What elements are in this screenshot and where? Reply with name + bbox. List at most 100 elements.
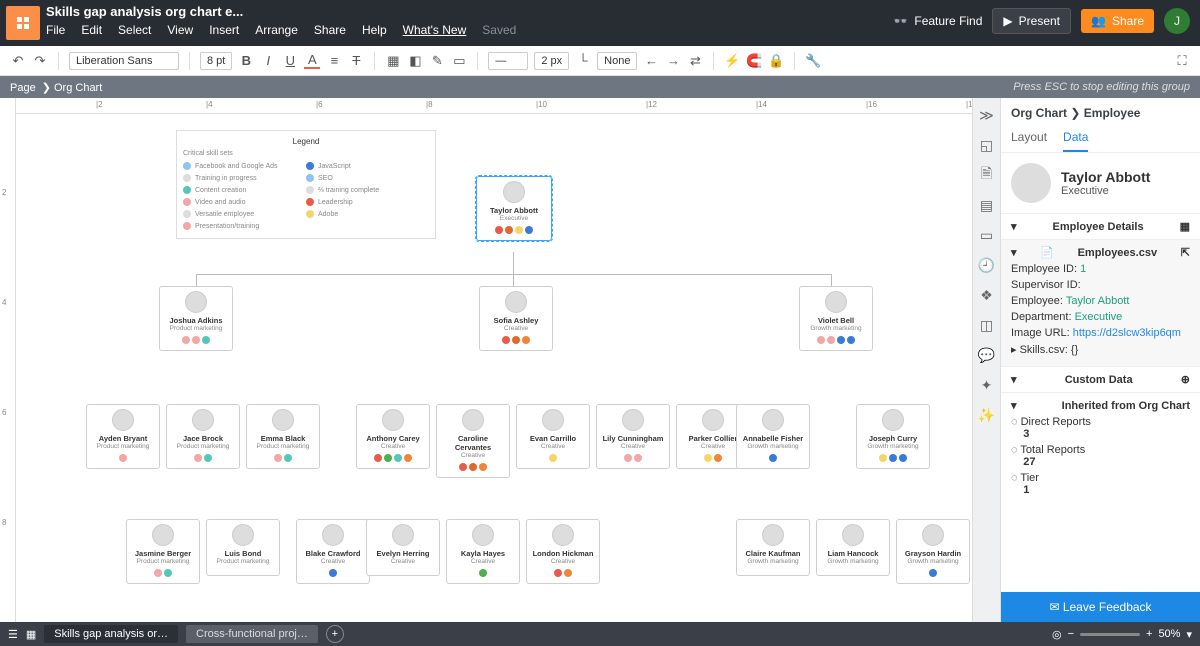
org-node[interactable]: Joseph CurryGrowth marketing (856, 404, 930, 469)
view-list-icon[interactable]: ☰ (8, 628, 18, 641)
undo-button[interactable]: ↶ (10, 53, 26, 69)
zoom-value[interactable]: 50% (1158, 628, 1180, 640)
details-panel: Org Chart ❯ Employee Layout Data Taylor … (1000, 98, 1200, 622)
rail-layers-icon[interactable]: ❖ (978, 286, 996, 304)
zoom-slider[interactable] (1080, 633, 1140, 636)
feedback-button[interactable]: ✉ Leave Feedback (1001, 592, 1200, 622)
present-button[interactable]: ▶Present (992, 8, 1071, 34)
rail-shapes-icon[interactable]: ✦ (978, 376, 996, 394)
zoom-out-button[interactable]: − (1068, 628, 1074, 640)
arrow-style-select[interactable]: None (597, 52, 637, 70)
menu-select[interactable]: Select (118, 23, 151, 37)
org-node[interactable]: Blake CrawfordCreative (296, 519, 370, 584)
menu-arrange[interactable]: Arrange (255, 23, 298, 37)
font-select[interactable]: Liberation Sans (69, 52, 179, 70)
rail-magic-icon[interactable]: ✨ (978, 406, 996, 424)
wrench-button[interactable]: 🔧 (805, 53, 821, 69)
doc-tab-1[interactable]: Skills gap analysis or… (44, 625, 178, 643)
popout-icon[interactable]: ⇱ (1181, 246, 1190, 259)
rail-data-icon[interactable]: ◫ (978, 316, 996, 334)
redo-button[interactable]: ↷ (32, 53, 48, 69)
lock-button[interactable]: 🔒 (768, 53, 784, 69)
menu-insert[interactable]: Insert (209, 23, 239, 37)
border-button[interactable]: ◧ (407, 53, 423, 69)
action-button[interactable]: ⚡ (724, 53, 740, 69)
org-node[interactable]: Lily CunninghamCreative (596, 404, 670, 469)
bold-button[interactable]: B (238, 53, 254, 69)
rail-crop-icon[interactable]: ◱ (978, 136, 996, 154)
arrow-left-button[interactable]: ← (643, 53, 659, 69)
menu-share[interactable]: Share (314, 23, 346, 37)
swap-arrows-button[interactable]: ⇄ (687, 53, 703, 69)
feature-find[interactable]: 👓Feature Find (893, 14, 982, 28)
italic-button[interactable]: I (260, 53, 276, 69)
tab-layout[interactable]: Layout (1011, 124, 1047, 152)
line-color-button[interactable]: ✎ (429, 53, 445, 69)
fullscreen-button[interactable]: ⛶ (1174, 53, 1190, 69)
org-node[interactable]: Claire KaufmanGrowth marketing (736, 519, 810, 576)
add-tab-button[interactable]: + (326, 625, 344, 643)
canvas[interactable]: Legend Critical skill sets Facebook and … (16, 114, 972, 622)
org-node[interactable]: Jasmine BergerProduct marketing (126, 519, 200, 584)
zoom-in-button[interactable]: + (1146, 628, 1152, 640)
clear-format-button[interactable]: T (348, 53, 364, 69)
view-grid-icon[interactable]: ▦ (26, 628, 36, 641)
rail-present-icon[interactable]: ▭ (978, 226, 996, 244)
menu-view[interactable]: View (167, 23, 193, 37)
crumb-page[interactable]: Page (10, 82, 36, 94)
panel-avatar (1011, 163, 1051, 203)
org-node[interactable]: Ayden BryantProduct marketing (86, 404, 160, 469)
org-node[interactable]: Grayson HardinGrowth marketing (896, 519, 970, 584)
shape-style-button[interactable]: ▭ (451, 53, 467, 69)
org-node[interactable]: Evan CarrilloCreative (516, 404, 590, 469)
org-node[interactable]: Evelyn HerringCreative (366, 519, 440, 576)
zoom-target-icon[interactable]: ◎ (1052, 628, 1062, 641)
ruler-horizontal: |2|4|6|8|10|12|14|16|18 (16, 98, 972, 114)
org-node[interactable]: Anthony CareyCreative (356, 404, 430, 469)
node-root[interactable]: Taylor Abbott Executive (476, 176, 552, 241)
align-button[interactable]: ≡ (326, 53, 342, 69)
csv-icon: 📄 (1040, 246, 1054, 259)
underline-button[interactable]: U (282, 53, 298, 69)
doc-tab-2[interactable]: Cross-functional proj… (186, 625, 318, 643)
avatar (503, 181, 525, 203)
rail-expand-icon[interactable]: ≫ (978, 106, 996, 124)
line-corner-button[interactable]: └ (575, 53, 591, 69)
line-style-select[interactable]: ― (488, 52, 528, 70)
org-node[interactable]: Violet BellGrowth marketing (799, 286, 873, 351)
org-node[interactable]: Annabelle FisherGrowth marketing (736, 404, 810, 469)
doc-title[interactable]: Skills gap analysis org chart e... (46, 4, 883, 19)
play-icon: ▶ (1003, 14, 1012, 28)
rail-comment-icon[interactable]: 💬 (978, 346, 996, 364)
line-width-select[interactable]: 2 px (534, 52, 569, 70)
crumb-orgchart[interactable]: Org Chart (54, 82, 102, 94)
add-icon[interactable]: ⊕ (1181, 373, 1190, 386)
menu-file[interactable]: File (46, 23, 65, 37)
menu-whatsnew[interactable]: What's New (403, 23, 467, 37)
org-node[interactable]: Liam HancockGrowth marketing (816, 519, 890, 576)
rail-slides-icon[interactable]: ▤ (978, 196, 996, 214)
magnet-button[interactable]: 🧲 (746, 53, 762, 69)
menu-help[interactable]: Help (362, 23, 387, 37)
fill-button[interactable]: ▦ (385, 53, 401, 69)
org-node[interactable]: Kayla HayesCreative (446, 519, 520, 584)
org-node[interactable]: Joshua AdkinsProduct marketing (159, 286, 233, 351)
rail-page-icon[interactable]: 🗎 (978, 166, 996, 184)
binoculars-icon: 👓 (893, 14, 908, 28)
user-avatar[interactable]: J (1164, 8, 1190, 34)
menu-edit[interactable]: Edit (81, 23, 102, 37)
org-node[interactable]: London HickmanCreative (526, 519, 600, 584)
org-node[interactable]: Caroline CervantesCreative (436, 404, 510, 478)
grid-icon[interactable]: ▦ (1180, 220, 1190, 233)
rail-history-icon[interactable]: 🕘 (978, 256, 996, 274)
org-node[interactable]: Jace BrockProduct marketing (166, 404, 240, 469)
font-color-button[interactable]: A (304, 53, 320, 69)
org-node[interactable]: Emma BlackProduct marketing (246, 404, 320, 469)
app-logo[interactable] (6, 6, 40, 40)
org-node[interactable]: Luis BondProduct marketing (206, 519, 280, 576)
font-size-select[interactable]: 8 pt (200, 52, 232, 70)
arrow-right-button[interactable]: → (665, 53, 681, 69)
tab-data[interactable]: Data (1063, 124, 1088, 152)
share-button[interactable]: 👥Share (1081, 9, 1154, 33)
org-node[interactable]: Sofia AshleyCreative (479, 286, 553, 351)
